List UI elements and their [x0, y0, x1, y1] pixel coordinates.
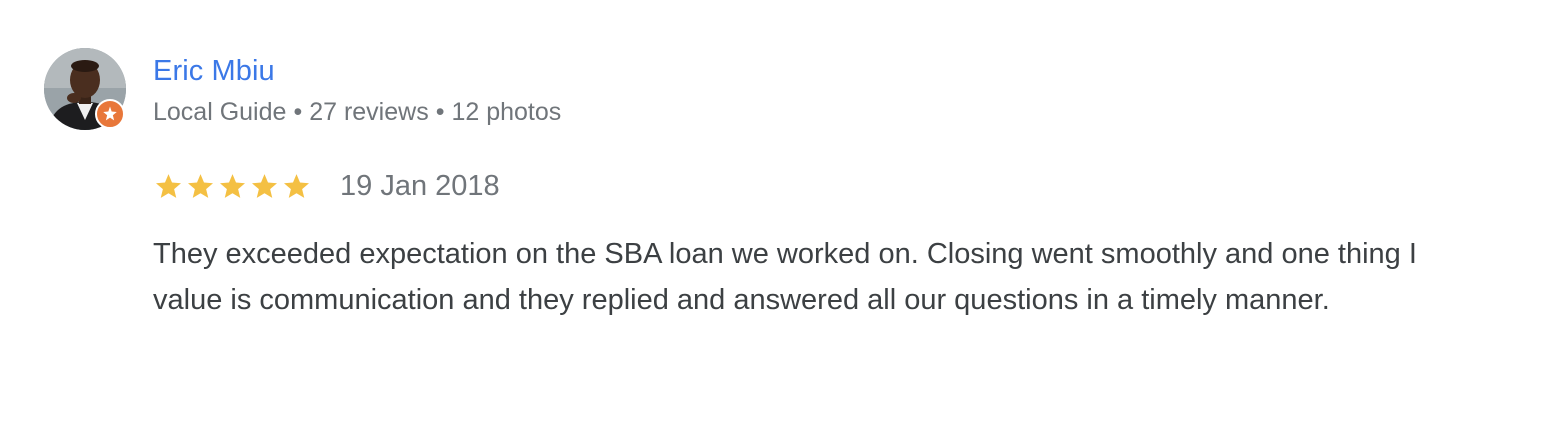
star-icon — [153, 171, 184, 201]
photo-count: 12 photos — [451, 98, 562, 126]
review-text: They exceeded expectation on the SBA loa… — [153, 238, 1417, 316]
star-icon — [185, 171, 216, 201]
rating-row: 19 Jan 2018 — [153, 168, 500, 204]
star-rating — [153, 171, 312, 201]
meta-separator: • — [435, 98, 445, 126]
local-guide-badge-icon — [95, 99, 125, 129]
review-date: 19 Jan 2018 — [340, 170, 500, 202]
author-meta: Local Guide • 27 reviews • 12 photos — [153, 97, 561, 127]
author-name-link[interactable]: Eric Mbiu — [153, 54, 275, 88]
local-guide-label: Local Guide — [153, 98, 287, 126]
review-count: 27 reviews — [309, 98, 429, 126]
star-icon — [281, 171, 312, 201]
meta-separator: • — [293, 98, 303, 126]
review-card: Eric Mbiu Local Guide • 27 reviews • 12 phot… — [0, 0, 1541, 425]
avatar[interactable] — [44, 48, 128, 132]
star-icon — [217, 171, 248, 201]
star-icon — [249, 171, 280, 201]
